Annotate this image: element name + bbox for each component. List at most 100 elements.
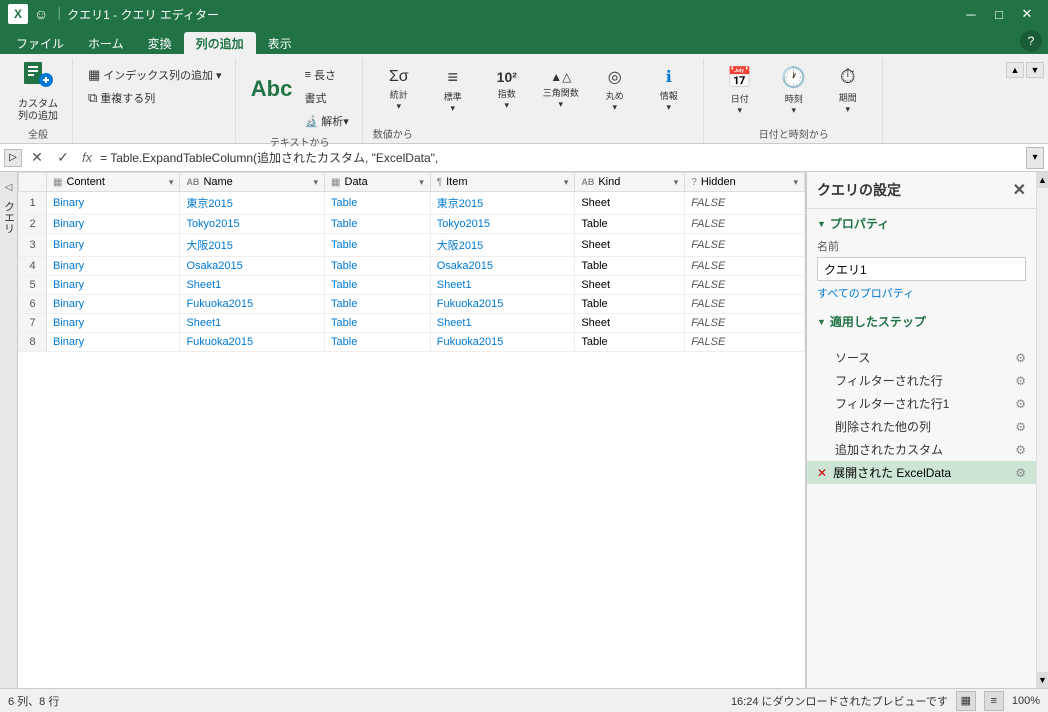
cell-item: Fukuoka2015 (430, 295, 575, 314)
table-row[interactable]: 6 Binary Fukuoka2015 Table Fukuoka2015 T… (19, 295, 805, 314)
status-bar-icon[interactable]: ≡ (984, 691, 1004, 711)
step-gear-icon[interactable]: ⚙ (1015, 443, 1026, 457)
kind-type-icon: AB (581, 177, 594, 187)
cell-kind: Sheet (575, 314, 685, 333)
table-row[interactable]: 1 Binary 東京2015 Table 東京2015 Sheet FALSE (19, 192, 805, 215)
query-panel-close-button[interactable]: ✕ (1013, 180, 1026, 200)
tab-transform[interactable]: 変換 (136, 32, 184, 54)
step-item-filtered-rows1[interactable]: フィルターされた行1 ⚙ (807, 392, 1036, 415)
cell-kind: Sheet (575, 276, 685, 295)
duration-button[interactable]: ⏱ 期間▾ (822, 62, 874, 118)
cell-content: Binary (47, 257, 180, 276)
add-index-button[interactable]: ▦ インデックス列の追加 ▾ (83, 64, 227, 86)
step-gear-icon[interactable]: ⚙ (1015, 351, 1026, 365)
step-gear-icon[interactable]: ⚙ (1015, 397, 1026, 411)
content-type-icon: ▦ (53, 177, 62, 188)
cell-hidden: FALSE (685, 295, 805, 314)
ribbon-collapse-down[interactable]: ▼ (1026, 62, 1044, 78)
step-label: ソース (835, 349, 870, 366)
ribbon-group-numbers: Σσ 統計▾ ≡ 標準▾ 10² 指数▾ ▲△ 三角関数▾ ◎ 丸め▾ ℹ 情報… (365, 58, 704, 143)
exponent-button[interactable]: 10² 指数▾ (481, 62, 533, 118)
format-abc-button[interactable]: Abc (246, 62, 298, 118)
step-item-source[interactable]: ソース ⚙ (807, 346, 1036, 369)
table-row[interactable]: 7 Binary Sheet1 Table Sheet1 Sheet FALSE (19, 314, 805, 333)
time-button[interactable]: 🕐 時刻▾ (768, 62, 820, 118)
formula-cancel-button[interactable]: ✕ (26, 147, 48, 169)
all-properties-link[interactable]: すべてのプロパティ (817, 285, 1026, 301)
table-row[interactable]: 3 Binary 大阪2015 Table 大阪2015 Sheet FALSE (19, 234, 805, 257)
length-button[interactable]: ≡ 長さ (300, 64, 354, 86)
data-filter-btn[interactable]: ▾ (419, 177, 424, 188)
tab-view[interactable]: 表示 (256, 32, 304, 54)
duplicate-button[interactable]: ⧉ 重複する列 (83, 87, 227, 109)
minimize-button[interactable]: ─ (958, 4, 984, 24)
standard-button[interactable]: ≡ 標準▾ (427, 62, 479, 118)
step-gear-icon[interactable]: ⚙ (1015, 420, 1026, 434)
cell-name: Osaka2015 (180, 257, 325, 276)
step-item-removed-cols[interactable]: 削除された他の列 ⚙ (807, 415, 1036, 438)
applied-steps-list: ソース ⚙ フィルターされた行 ⚙ フィルターされた行1 ⚙ 削除された他の列 … (807, 342, 1036, 488)
table-row[interactable]: 8 Binary Fukuoka2015 Table Fukuoka2015 T… (19, 333, 805, 352)
cell-hidden: FALSE (685, 333, 805, 352)
add-custom-column-button[interactable]: カスタム列の追加 (12, 62, 64, 118)
ribbon-collapse-up[interactable]: ▲ (1006, 62, 1024, 78)
ribbon-group-datetime: 📅 日付▾ 🕐 時刻▾ ⏱ 期間▾ 日付と時刻から (706, 58, 883, 143)
table-row[interactable]: 2 Binary Tokyo2015 Table Tokyo2015 Table… (19, 215, 805, 234)
query-name-input[interactable] (817, 257, 1026, 281)
item-filter-btn[interactable]: ▾ (564, 177, 569, 188)
content-filter-btn[interactable]: ▾ (169, 177, 174, 188)
hidden-filter-btn[interactable]: ▾ (793, 177, 798, 188)
formula-expand-button[interactable]: ▷ (4, 149, 22, 167)
cell-name: Fukuoka2015 (180, 295, 325, 314)
right-scrollbar[interactable]: ▲ ▼ (1036, 172, 1048, 688)
help-button[interactable]: ? (1020, 30, 1042, 52)
name-filter-btn[interactable]: ▾ (314, 177, 319, 188)
step-error-icon: ✕ (817, 466, 827, 480)
kind-filter-btn[interactable]: ▾ (674, 177, 679, 188)
formula-input[interactable] (100, 147, 1022, 169)
formula-dropdown-button[interactable]: ▾ (1026, 147, 1044, 169)
trig-button[interactable]: ▲△ 三角関数▾ (535, 62, 587, 118)
maximize-button[interactable]: □ (986, 4, 1012, 24)
cell-kind: Table (575, 333, 685, 352)
sidebar-toggle[interactable]: ◁ クエリ (0, 172, 18, 688)
tab-file[interactable]: ファイル (4, 32, 76, 54)
cell-content: Binary (47, 314, 180, 333)
steps-triangle-icon: ▼ (817, 317, 826, 327)
scroll-down-button[interactable]: ▼ (1037, 672, 1048, 688)
hidden-type-icon: ? (691, 177, 697, 188)
cell-data: Table (325, 192, 431, 215)
status-grid-icon[interactable]: ▦ (956, 691, 976, 711)
cell-hidden: FALSE (685, 257, 805, 276)
table-row[interactable]: 4 Binary Osaka2015 Table Osaka2015 Table… (19, 257, 805, 276)
query-panel-title: クエリの設定 (817, 180, 901, 200)
formula-confirm-button[interactable]: ✓ (52, 147, 74, 169)
table-row[interactable]: 5 Binary Sheet1 Table Sheet1 Sheet FALSE (19, 276, 805, 295)
date-button[interactable]: 📅 日付▾ (714, 62, 766, 118)
step-item-filtered-rows[interactable]: フィルターされた行 ⚙ (807, 369, 1036, 392)
extract-button[interactable]: 🔬 解析▾ (300, 110, 354, 132)
info-button[interactable]: ℹ 情報▾ (643, 62, 695, 118)
ribbon-group-index: ▦ インデックス列の追加 ▾ ⧉ 重複する列 (75, 58, 236, 143)
steps-section-header[interactable]: ▼ 適用したステップ (817, 313, 1026, 330)
step-gear-icon[interactable]: ⚙ (1015, 466, 1026, 480)
cell-data: Table (325, 257, 431, 276)
cell-content: Binary (47, 333, 180, 352)
step-item-expanded-excel[interactable]: ✕ 展開された ExcelData ⚙ (807, 461, 1036, 484)
step-item-added-custom[interactable]: 追加されたカスタム ⚙ (807, 438, 1036, 461)
ribbon-group-buttons: カスタム列の追加 (12, 62, 64, 118)
cell-data: Table (325, 314, 431, 333)
step-gear-icon[interactable]: ⚙ (1015, 374, 1026, 388)
scroll-up-button[interactable]: ▲ (1037, 172, 1048, 188)
row-number: 7 (19, 314, 47, 333)
tab-add-column[interactable]: 列の追加 (184, 32, 256, 54)
tab-home[interactable]: ホーム (76, 32, 136, 54)
fx-label: fx (82, 150, 92, 165)
cell-name: Tokyo2015 (180, 215, 325, 234)
round-button[interactable]: ◎ 丸め▾ (589, 62, 641, 118)
close-button[interactable]: ✕ (1014, 4, 1040, 24)
stats-button[interactable]: Σσ 統計▾ (373, 62, 425, 118)
format-small-button[interactable]: 書式 (300, 87, 354, 109)
properties-section-header[interactable]: ▼ プロパティ (817, 215, 1026, 232)
step-label: 追加されたカスタム (835, 441, 943, 458)
